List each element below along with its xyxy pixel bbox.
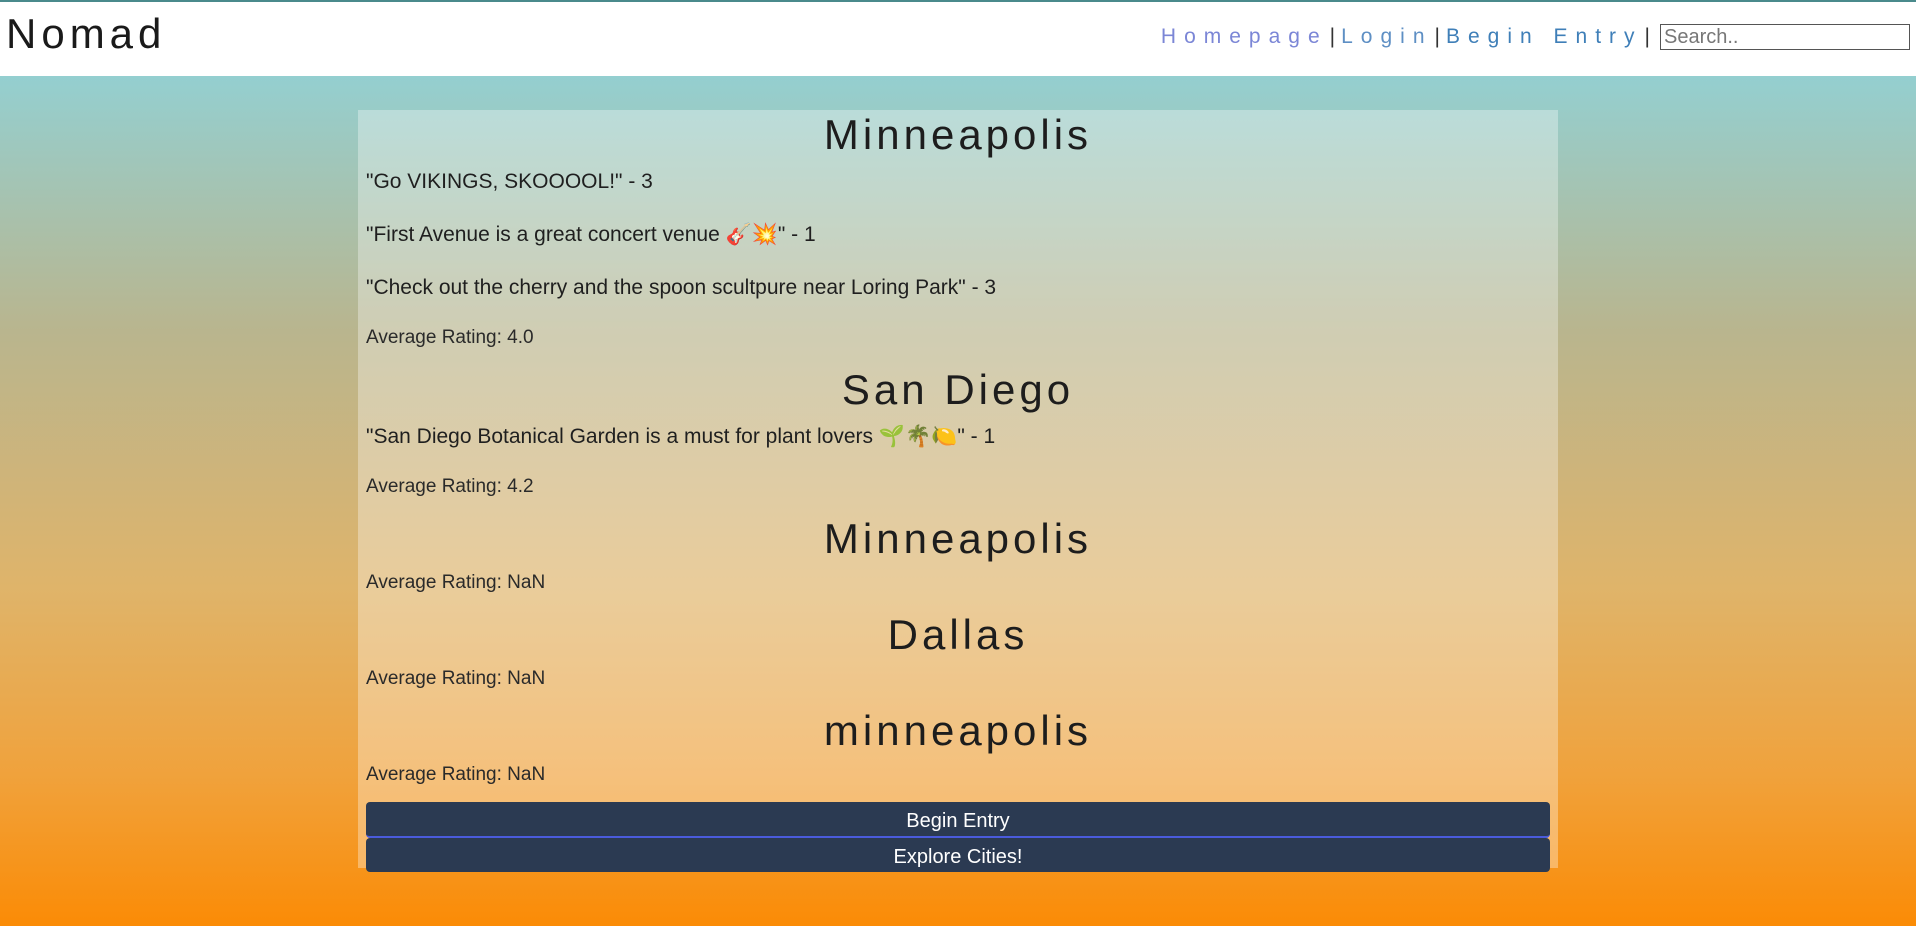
nav-separator: |: [1644, 25, 1650, 48]
nav-begin-entry-link[interactable]: Begin Entry: [1446, 25, 1643, 49]
average-rating: Average Rating: 4.0: [366, 327, 534, 348]
nav-separator: |: [1434, 25, 1440, 48]
brand-logo[interactable]: Nomad: [6, 10, 166, 58]
average-rating: Average Rating: 4.2: [366, 476, 534, 497]
city-title: San Diego: [841, 366, 1075, 413]
city-comment: "San Diego Botanical Garden is a must fo…: [366, 425, 996, 448]
nav-homepage-link[interactable]: Homepage: [1161, 25, 1328, 49]
page-background: Minneapolis "Go VIKINGS, SKOOOOL!" - 3 "…: [0, 76, 1916, 928]
nav-separator: |: [1329, 25, 1336, 48]
city-comment: "First Avenue is a great concert venue 🎸…: [366, 223, 816, 246]
search-input[interactable]: [1660, 24, 1910, 50]
nav-links: Homepage | Login | Begin Entry |: [1161, 24, 1910, 50]
city-comment: "Go VIKINGS, SKOOOOL!" - 3: [366, 170, 653, 193]
city-comment: "Check out the cherry and the spoon scul…: [366, 276, 997, 299]
city-title: Dallas: [887, 611, 1029, 658]
begin-entry-button[interactable]: Begin Entry: [366, 802, 1550, 838]
city-title: Minneapolis: [823, 111, 1093, 158]
nav-login-link[interactable]: Login: [1341, 25, 1432, 49]
cities-panel: Minneapolis "Go VIKINGS, SKOOOOL!" - 3 "…: [358, 110, 1558, 872]
explore-cities-button[interactable]: Explore Cities!: [366, 838, 1550, 872]
city-title: Minneapolis: [823, 515, 1093, 562]
average-rating: Average Rating: NaN: [366, 668, 546, 689]
city-title: minneapolis: [823, 707, 1093, 754]
top-navbar: Nomad Homepage | Login | Begin Entry |: [0, 0, 1916, 76]
average-rating: Average Rating: NaN: [366, 572, 546, 593]
average-rating: Average Rating: NaN: [366, 764, 546, 785]
